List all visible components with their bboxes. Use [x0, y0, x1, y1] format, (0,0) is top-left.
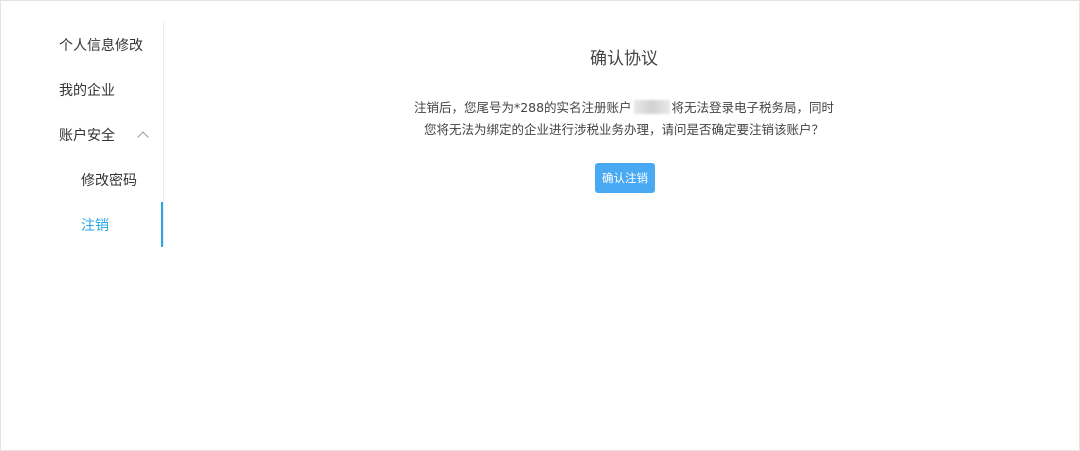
deregister-description: 注销后，您尾号为*288的实名注册账户 将无法登录电子税务局，同时 您将无法为绑定… [164, 97, 1080, 141]
sidebar-item-label: 注销 [81, 218, 109, 234]
description-line-1: 注销后，您尾号为*288的实名注册账户 将无法登录电子税务局，同时 [164, 97, 1080, 119]
sidebar-item-label: 个人信息修改 [59, 38, 143, 54]
page-frame: 个人信息修改 我的企业 账户安全 修改密码 注销 确认协议 注销后，您尾号为*2… [0, 0, 1080, 451]
description-line-2: 您将无法为绑定的企业进行涉税业务办理，请问是否确定要注销该账户？ [423, 122, 824, 137]
sidebar-item-label: 账户安全 [59, 128, 115, 144]
sidebar-item-change-password[interactable]: 修改密码 [81, 171, 137, 191]
sidebar: 个人信息修改 我的企业 账户安全 修改密码 注销 [1, 21, 164, 247]
page-title: 确认协议 [590, 49, 658, 69]
sidebar-item-deregister[interactable]: 注销 [81, 216, 109, 236]
chevron-up-icon[interactable] [137, 131, 150, 143]
sidebar-item-account-security[interactable]: 账户安全 [59, 126, 150, 146]
main-content: 确认协议 注销后，您尾号为*288的实名注册账户 将无法登录电子税务局，同时 您将… [164, 1, 1080, 450]
confirm-deregister-button[interactable]: 确认注销 [595, 163, 655, 193]
description-text-after: 将无法登录电子税务局，同时 [671, 100, 835, 115]
sidebar-item-my-company[interactable]: 我的企业 [59, 81, 115, 101]
sidebar-item-label: 修改密码 [81, 173, 137, 189]
description-text-before: 注销后，您尾号为*288的实名注册账户 [413, 100, 632, 115]
sidebar-item-label: 我的企业 [59, 83, 115, 99]
sidebar-item-profile-edit[interactable]: 个人信息修改 [59, 36, 143, 56]
active-indicator [161, 202, 163, 247]
masked-account-name [633, 100, 670, 114]
